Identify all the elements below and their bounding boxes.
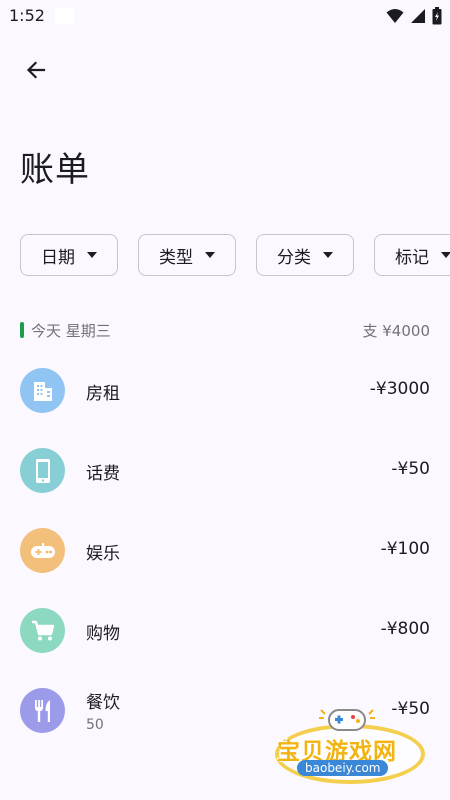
dropdown-arrow-icon <box>441 252 450 258</box>
transaction-name: 购物 <box>86 624 120 644</box>
gamepad-logo-icon <box>319 709 375 731</box>
transaction-amount: -¥800 <box>380 619 430 639</box>
transaction-name: 餐饮 <box>86 693 120 713</box>
arrow-left-icon <box>26 61 46 79</box>
filter-chip-label: 日期 <box>41 247 75 268</box>
transaction-name: 房租 <box>86 384 120 404</box>
phone-icon <box>20 448 65 493</box>
page-title: 账单 <box>20 150 90 190</box>
transaction-name: 话费 <box>86 464 120 484</box>
watermark-logo: 宝贝游戏网 baobeiy.com <box>275 700 440 795</box>
transaction-row[interactable]: 房租 -¥3000 <box>20 352 430 432</box>
filter-chip-label: 标记 <box>395 247 429 268</box>
day-label: 今天 星期三 <box>31 322 111 340</box>
dropdown-arrow-icon <box>205 252 215 258</box>
cutlery-icon <box>20 688 65 733</box>
filter-chip-label: 类型 <box>159 247 193 268</box>
transaction-row[interactable]: 娱乐 -¥100 <box>20 512 430 592</box>
back-button[interactable] <box>16 52 56 88</box>
transaction-row[interactable]: 话费 -¥50 <box>20 432 430 512</box>
filter-chip-type[interactable]: 类型 <box>138 234 236 276</box>
filter-chip-date[interactable]: 日期 <box>20 234 118 276</box>
watermark-subtitle: baobeiy.com <box>297 760 389 776</box>
battery-icon <box>432 7 442 25</box>
transaction-amount: -¥3000 <box>369 379 430 399</box>
transaction-name: 娱乐 <box>86 544 120 564</box>
building-icon <box>20 368 65 413</box>
dropdown-arrow-icon <box>87 252 97 258</box>
day-accent-bar <box>20 322 24 338</box>
gamepad-icon <box>20 528 65 573</box>
status-icons <box>386 7 442 25</box>
filter-chip-category[interactable]: 分类 <box>256 234 354 276</box>
status-time: 1:52 <box>9 6 45 25</box>
day-total: 支 ¥4000 <box>362 322 431 340</box>
status-bar: 1:52 <box>0 0 450 32</box>
transaction-note: 50 <box>86 717 104 733</box>
notification-placeholder-icon <box>55 8 74 24</box>
filter-chip-label: 分类 <box>277 247 311 268</box>
transaction-list: 房租 -¥3000 话费 -¥50 娱乐 -¥100 购物 -¥800 餐饮 5… <box>20 352 430 752</box>
day-group-header: 今天 星期三 支 ¥4000 <box>20 320 430 342</box>
cart-icon <box>20 608 65 653</box>
filter-chips: 日期 类型 分类 标记 <box>20 234 450 276</box>
transaction-amount: -¥100 <box>380 539 430 559</box>
transaction-amount: -¥50 <box>391 459 430 479</box>
dropdown-arrow-icon <box>323 252 333 258</box>
signal-icon <box>411 9 425 23</box>
wifi-icon <box>386 9 404 23</box>
transaction-row[interactable]: 购物 -¥800 <box>20 592 430 672</box>
filter-chip-mark[interactable]: 标记 <box>374 234 450 276</box>
